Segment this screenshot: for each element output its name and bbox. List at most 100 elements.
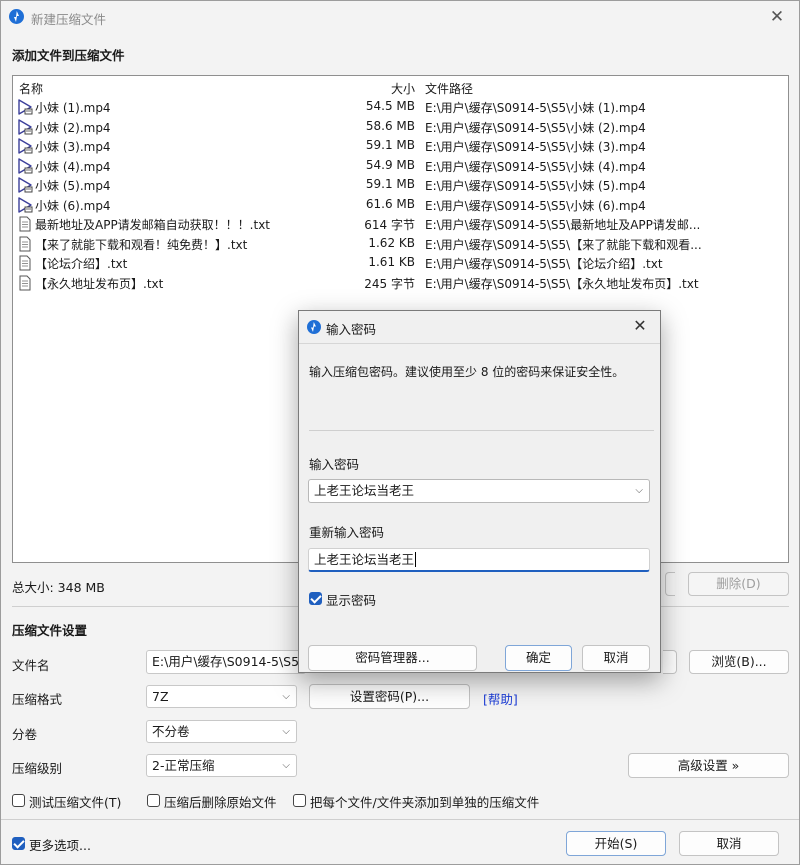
password-manager-button[interactable]: 密码管理器... — [308, 645, 477, 671]
enter-password-label: 输入密码 — [309, 457, 360, 472]
app-logo-icon — [9, 9, 24, 24]
split-select[interactable]: 不分卷 ⌵ — [146, 720, 297, 743]
file-row[interactable]: 小妹 (6).mp4 61.6 MB E:\用户\缓存\S0914-5\S5\小妹 … — [13, 196, 788, 215]
reenter-password-input[interactable]: 上老王论坛当老王 — [308, 548, 650, 572]
enter-password-value: 上老王论坛当老王 — [314, 483, 415, 498]
file-size: 614 字节 — [364, 218, 415, 232]
filename-field-edge — [663, 650, 677, 674]
close-icon[interactable]: ✕ — [628, 314, 652, 338]
file-size: 245 字节 — [364, 276, 415, 291]
reenter-password-label: 重新输入密码 — [309, 525, 385, 540]
chevron-down-icon[interactable]: ⌵ — [635, 480, 643, 502]
column-name-header[interactable]: 名称 — [19, 80, 43, 97]
level-select[interactable]: 2-正常压缩 ⌵ — [146, 754, 297, 777]
file-row[interactable]: 小妹 (5).mp4 59.1 MB E:\用户\缓存\S0914-5\S5\小妹 … — [13, 176, 788, 195]
cancel-button[interactable]: 取消 — [679, 831, 779, 856]
file-name: 【永久地址发布页】.txt — [35, 276, 164, 291]
format-value: 7Z — [152, 689, 169, 704]
add-files-heading: 添加文件到压缩文件 — [12, 48, 125, 63]
file-size: 61.6 MB — [365, 196, 415, 211]
file-path: E:\用户\缓存\S0914-5\S5\小妹 (2).mp4 — [425, 120, 646, 135]
file-name: 【来了就能下载和观看！纯免费！】.txt — [35, 237, 248, 252]
format-label: 压缩格式 — [12, 692, 63, 707]
file-row[interactable]: 小妹 (3).mp4 59.1 MB E:\用户\缓存\S0914-5\S5\小妹 … — [13, 137, 788, 156]
file-name: 小妹 (5).mp4 — [35, 179, 111, 193]
column-path-header[interactable]: 文件路径 — [425, 80, 473, 97]
app-logo-icon — [307, 320, 321, 334]
file-path: E:\用户\缓存\S0914-5\S5\【永久地址发布页】.txt — [425, 276, 699, 291]
file-path: E:\用户\缓存\S0914-5\S5\小妹 (3).mp4 — [425, 140, 646, 154]
delete-button[interactable]: 删除(D) — [688, 572, 789, 596]
file-name: 小妹 (1).mp4 — [35, 101, 111, 115]
set-password-button[interactable]: 设置密码(P)... — [309, 684, 470, 709]
file-size: 1.62 KB — [368, 235, 415, 250]
dialog-title: 输入密码 — [326, 322, 377, 337]
file-name: 小妹 (4).mp4 — [35, 159, 111, 174]
more-options-label[interactable]: 更多选项... — [29, 835, 91, 854]
file-size: 58.6 MB — [365, 118, 415, 133]
level-value: 2-正常压缩 — [152, 758, 215, 773]
file-list-header: 名称 大小 文件路径 — [13, 80, 788, 96]
close-icon[interactable]: ✕ — [765, 5, 789, 29]
file-row[interactable]: 小妹 (4).mp4 54.9 MB E:\用户\缓存\S0914-5\S5\小妹 … — [13, 157, 788, 176]
delete-after-label[interactable]: 压缩后删除原始文件 — [164, 792, 277, 811]
test-archive-label[interactable]: 测试压缩文件(T) — [29, 792, 121, 811]
dialog-body: 输入压缩包密码。建议使用至少 8 位的密码来保证安全性。 输入密码 上老王论坛当… — [299, 343, 660, 672]
file-name: 小妹 (3).mp4 — [35, 140, 111, 154]
file-size: 59.1 MB — [365, 138, 415, 152]
file-row[interactable]: 最新地址及APP请发邮箱自动获取！！！.txt 614 字节 E:\用户\缓存\S0… — [13, 215, 788, 234]
text-file-icon — [17, 236, 33, 252]
file-path: E:\用户\缓存\S0914-5\S5\【来了就能下载和观看... — [425, 237, 702, 252]
delete-after-checkbox[interactable] — [147, 794, 160, 807]
level-label: 压缩级别 — [12, 761, 63, 776]
video-file-icon — [17, 138, 33, 154]
advanced-settings-button[interactable]: 高级设置 » — [628, 753, 789, 778]
browse-button[interactable]: 浏览(B)... — [689, 650, 789, 674]
hidden-button-edge — [665, 572, 675, 596]
file-path: E:\用户\缓存\S0914-5\S5\小妹 (1).mp4 — [425, 101, 646, 115]
file-name: 小妹 (2).mp4 — [35, 120, 111, 135]
test-archive-checkbox[interactable] — [12, 794, 25, 807]
file-row[interactable]: 【来了就能下载和观看！纯免费！】.txt 1.62 KB E:\用户\缓存\S091… — [13, 235, 788, 254]
reenter-password-value: 上老王论坛当老王 — [314, 552, 415, 567]
dialog-description: 输入压缩包密码。建议使用至少 8 位的密码来保证安全性。 — [309, 365, 625, 379]
separate-archives-label[interactable]: 把每个文件/文件夹添加到单独的压缩文件 — [310, 792, 539, 811]
more-options-checkbox[interactable] — [12, 837, 25, 850]
total-size: 总大小: 348 MB — [12, 580, 105, 595]
password-dialog: 输入密码 ✕ 输入压缩包密码。建议使用至少 8 位的密码来保证安全性。 输入密码… — [298, 310, 661, 673]
video-file-icon — [17, 177, 33, 193]
file-name: 【论坛介绍】.txt — [35, 257, 128, 271]
file-row[interactable]: 【永久地址发布页】.txt 245 字节 E:\用户\缓存\S0914-5\S5\【… — [13, 274, 788, 293]
file-size: 59.1 MB — [365, 177, 415, 191]
start-button[interactable]: 开始(S) — [566, 831, 666, 856]
file-name: 最新地址及APP请发邮箱自动获取！！！.txt — [35, 218, 271, 232]
file-path: E:\用户\缓存\S0914-5\S5\小妹 (4).mp4 — [425, 159, 646, 174]
file-path: E:\用户\缓存\S0914-5\S5\小妹 (6).mp4 — [425, 198, 646, 213]
text-file-icon — [17, 255, 33, 271]
filename-input[interactable]: E:\用户\缓存\S0914-5\S5\ — [146, 650, 306, 674]
filename-label: 文件名 — [12, 658, 50, 673]
file-size: 54.9 MB — [365, 157, 415, 172]
file-path: E:\用户\缓存\S0914-5\S5\小妹 (5).mp4 — [425, 179, 646, 193]
footer-divider — [1, 819, 799, 820]
text-cursor — [415, 552, 417, 567]
dialog-cancel-button[interactable]: 取消 — [582, 645, 650, 671]
show-password-label[interactable]: 显示密码 — [326, 590, 376, 609]
separate-archives-checkbox[interactable] — [293, 794, 306, 807]
text-file-icon — [17, 275, 33, 291]
format-select[interactable]: 7Z ⌵ — [146, 685, 297, 708]
video-file-icon — [17, 99, 33, 115]
column-size-header[interactable]: 大小 — [391, 80, 415, 97]
title-bar: 新建压缩文件 ✕ — [1, 1, 799, 33]
text-file-icon — [17, 216, 33, 232]
file-size: 54.5 MB — [365, 99, 415, 113]
file-row[interactable]: 小妹 (2).mp4 58.6 MB E:\用户\缓存\S0914-5\S5\小妹 … — [13, 118, 788, 137]
file-row[interactable]: 小妹 (1).mp4 54.5 MB E:\用户\缓存\S0914-5\S5\小妹 … — [13, 98, 788, 117]
dialog-divider — [309, 430, 654, 431]
help-link[interactable]: [帮助] — [483, 689, 518, 708]
ok-button[interactable]: 确定 — [505, 645, 572, 671]
enter-password-input[interactable]: 上老王论坛当老王 ⌵ — [308, 479, 650, 503]
chevron-down-icon: ⌵ — [282, 726, 290, 737]
show-password-checkbox[interactable] — [309, 592, 322, 605]
file-row[interactable]: 【论坛介绍】.txt 1.61 KB E:\用户\缓存\S0914-5\S5\【论坛… — [13, 254, 788, 273]
